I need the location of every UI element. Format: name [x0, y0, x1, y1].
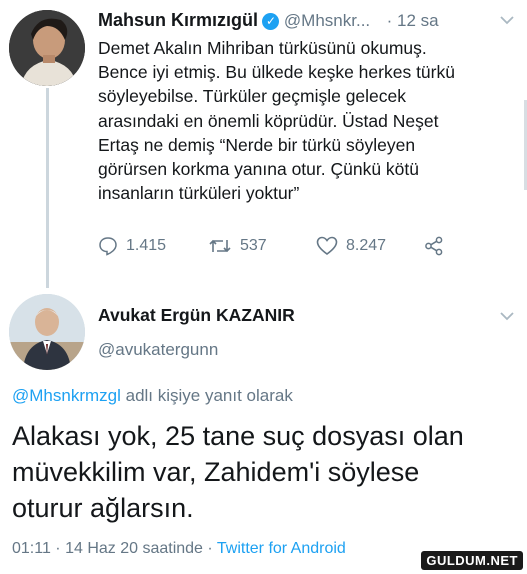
reply-text-line: Alakası yok, 25 tane suç dosyası olan: [12, 421, 464, 451]
reply-button[interactable]: 1.415: [98, 236, 166, 256]
tweet-text-line: söyleyebilse. Türküler geçmişle gelecek: [98, 86, 407, 107]
replying-to: @Mhsnkrmzgl adlı kişiye yanıt olarak: [12, 386, 293, 406]
reply-text-line: müvekkilim var, Zahidem'i söylese: [12, 457, 420, 487]
reply-author-handle[interactable]: @avukatergunn: [98, 340, 218, 360]
tweet-text-line: Ertaş ne demiş “Nerde bir türkü söyleyen: [98, 134, 416, 155]
retweet-count: 537: [240, 237, 267, 254]
reply-meta: 01:11 · 14 Haz 20 saatinde · Twitter for…: [12, 540, 346, 558]
watermark: GULDUM.NET: [421, 551, 523, 570]
author-handle[interactable]: @Mhsnkr...: [284, 11, 370, 30]
tweet-text-line: insanların türküleri yoktur”: [98, 183, 300, 204]
verified-badge-icon: ✓: [262, 13, 280, 31]
reply-to-suffix: adlı kişiye yanıt olarak: [120, 386, 293, 405]
tweet-text-line: Bence iyi etmiş. Bu ülkede keşke herkes …: [98, 62, 455, 83]
tweet-text: Demet Akalın Mihriban türküsünü okumuş. …: [98, 36, 513, 205]
avatar-image: [9, 294, 85, 370]
tweet-time[interactable]: · 12 sa: [387, 11, 439, 30]
reply-timestamp: 01:11 · 14 Haz 20 saatinde ·: [12, 540, 217, 557]
source-link[interactable]: Twitter for Android: [217, 540, 346, 557]
tweet-text-line: görürsen korkma yanına otur. Çünkü kötü: [98, 159, 420, 180]
reply-to-link[interactable]: @Mhsnkrmzgl: [12, 386, 121, 405]
like-icon: [316, 236, 338, 255]
avatar-ergun[interactable]: [9, 294, 85, 370]
avatar-image: [9, 10, 85, 86]
tweet-text-line: Demet Akalın Mihriban türküsünü okumuş.: [98, 38, 427, 58]
retweet-icon: [209, 239, 231, 253]
reply-text: Alakası yok, 25 tane suç dosyası olan mü…: [12, 418, 522, 526]
reply-text-line: oturur ağlarsın.: [12, 493, 194, 523]
tweet-text-line: arasındaki en önemli köprüdür. Üstad Neş…: [98, 110, 439, 131]
tweet-actions: 1.415 537 8.247: [98, 236, 498, 264]
reply-icon: [99, 237, 117, 256]
tweet-header: Mahsun Kırmızıgül ✓ @Mhsnkr... · 12 sa: [98, 10, 518, 34]
chevron-down-icon[interactable]: [500, 308, 514, 324]
like-count: 8.247: [346, 237, 387, 254]
author-name[interactable]: Mahsun Kırmızıgül: [98, 10, 258, 30]
share-icon: [425, 236, 443, 256]
like-button[interactable]: 8.247: [316, 236, 386, 256]
avatar-mahsun[interactable]: [9, 10, 85, 86]
chevron-down-icon[interactable]: [500, 12, 514, 28]
thread-connector: [46, 88, 49, 288]
reply-count: 1.415: [126, 237, 167, 254]
share-button[interactable]: [424, 236, 444, 256]
reply-author-name[interactable]: Avukat Ergün KAZANIR: [98, 305, 295, 326]
retweet-button[interactable]: 537: [208, 236, 267, 256]
